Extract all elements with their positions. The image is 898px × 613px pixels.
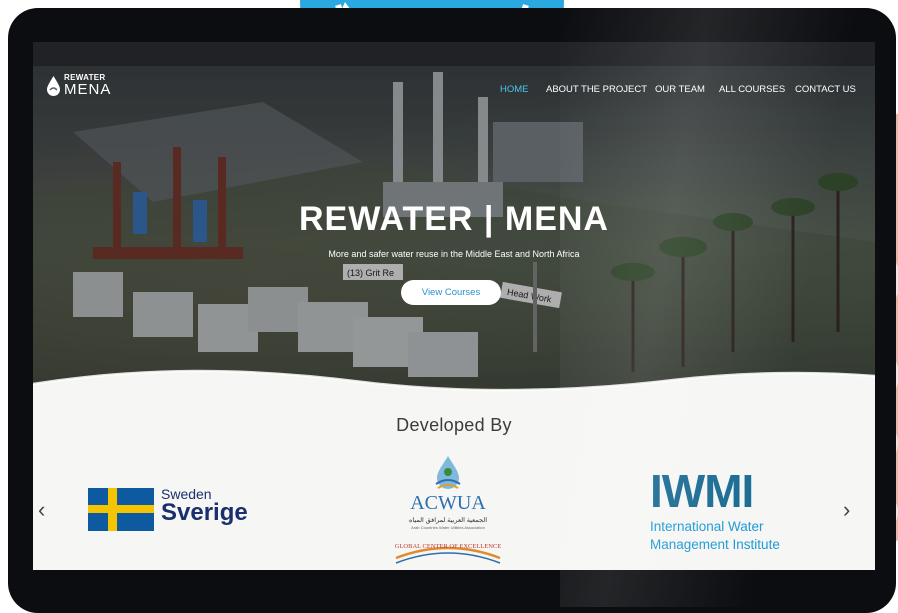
iwmi-name-line2: Management Institute <box>650 537 780 552</box>
acwua-subtitle: Arab Countries Water Utilities Associati… <box>411 525 485 530</box>
site-logo[interactable]: REWATER MENA <box>45 72 110 102</box>
nav-home[interactable]: HOME <box>500 84 529 98</box>
iwmi-wordmark: IWMI <box>650 465 754 517</box>
partner-logo-iwmi[interactable]: IWMI International Water Management Inst… <box>650 464 815 559</box>
iwmi-name-line1: International Water <box>650 519 764 534</box>
chevron-right-icon[interactable]: › <box>843 497 850 523</box>
partner-logo-sweden[interactable]: Sweden Sverige <box>88 484 253 534</box>
acwua-emblem-icon <box>435 456 461 489</box>
nav-all-courses[interactable]: ALL COURSES <box>719 84 785 98</box>
nav-about-the-project[interactable]: ABOUT THE PROJECT <box>546 84 647 98</box>
nav-our-team[interactable]: OUR TEAM <box>655 84 705 98</box>
hero-title: REWATER | MENA <box>299 200 609 238</box>
view-courses-button[interactable]: View Courses <box>401 280 501 305</box>
wave-divider <box>33 369 875 412</box>
hero-section: (13) Grit Re Head Work REWATER MENA HOME… <box>33 42 875 412</box>
website-screen: (13) Grit Re Head Work REWATER MENA HOME… <box>33 42 875 570</box>
tablet-frame: (13) Grit Re Head Work REWATER MENA HOME… <box>8 8 896 613</box>
sverige-label: Sverige <box>161 499 248 526</box>
hero-subtitle: More and safer water reuse in the Middle… <box>328 249 580 259</box>
developed-by-heading: Developed By <box>396 415 512 435</box>
logo-text-mena: MENA <box>64 81 112 98</box>
acwua-name: ACWUA <box>410 492 486 514</box>
nav-contact-us[interactable]: CONTACT US <box>795 84 856 98</box>
acwua-tagline: GLOBAL CENTER OF EXCELLENCE <box>394 543 502 550</box>
water-drop-icon <box>47 76 60 96</box>
swedish-flag-icon <box>88 488 154 531</box>
partner-logo-acwua[interactable]: ACWUA الجمعية العربية لمرافق المياه Arab… <box>388 454 508 569</box>
acwua-arabic-name: الجمعية العربية لمرافق المياه <box>408 517 488 524</box>
chevron-left-icon[interactable]: ‹ <box>38 497 45 523</box>
